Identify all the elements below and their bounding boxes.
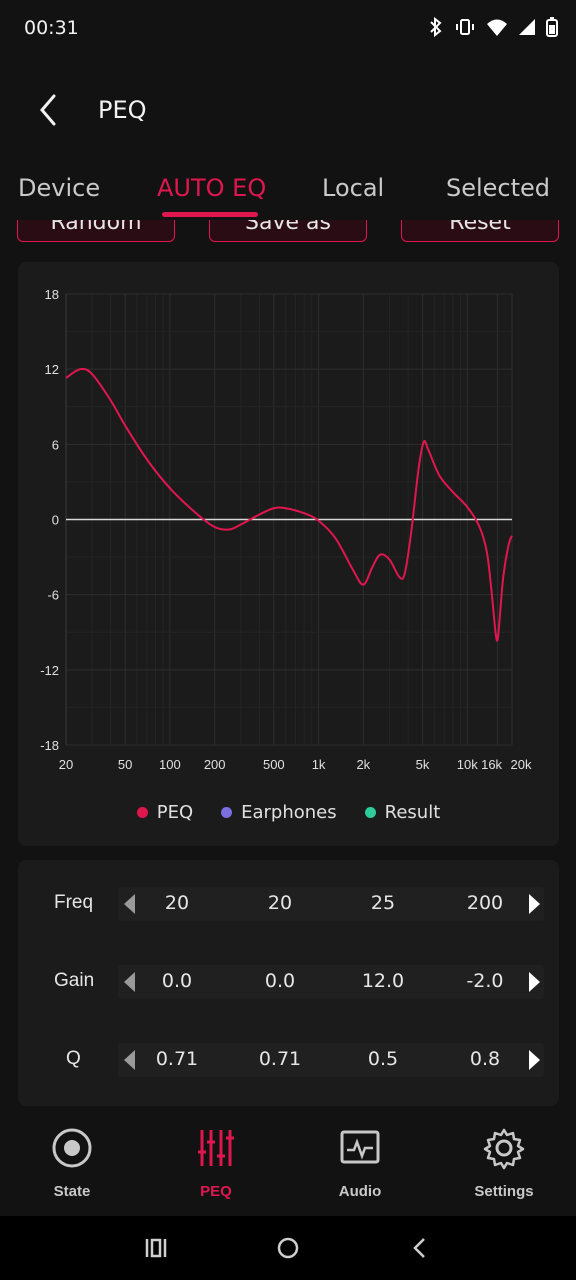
nav-audio[interactable]: Audio: [288, 1126, 432, 1200]
freq-value[interactable]: 20: [245, 892, 315, 914]
y-tick-label: 6: [52, 437, 59, 452]
x-tick-label: 2k: [356, 757, 370, 772]
x-tick-label: 5k: [416, 757, 430, 772]
q-value[interactable]: 0.8: [450, 1048, 520, 1070]
legend-item-earphones[interactable]: Earphones: [221, 802, 337, 823]
gain-label: Gain: [54, 970, 95, 991]
legend-dot: [136, 806, 148, 818]
bottom-nav: State PEQ Audio Settings: [0, 1112, 576, 1216]
legend-label: Earphones: [241, 801, 337, 823]
waveform-icon: [340, 1130, 380, 1164]
nav-label: Audio: [338, 1183, 382, 1200]
nav-settings[interactable]: Settings: [432, 1126, 576, 1200]
q-value[interactable]: 0.5: [348, 1048, 418, 1070]
q-value[interactable]: 0.71: [142, 1048, 212, 1070]
state-icon: [52, 1128, 92, 1168]
y-tick-label: 0: [52, 513, 59, 528]
scroll-right-icon[interactable]: [529, 1050, 540, 1070]
legend-item-result[interactable]: Result: [364, 801, 441, 823]
scroll-right-icon[interactable]: [529, 972, 540, 992]
q-row: Q 0.71 0.71 0.5 0.8: [18, 1040, 559, 1080]
y-tick-label: 12: [45, 362, 59, 377]
recents-icon[interactable]: [144, 1236, 168, 1260]
nav-state[interactable]: State: [0, 1126, 144, 1200]
gain-row: Gain 0.0 0.0 12.0 -2.0: [18, 962, 559, 1002]
chart-legend: PEQ Earphones Result: [18, 798, 559, 826]
eq-chart: 18 12 6 0 -6 -12 -1820 50 100 200 500 1k 2k 5k 10k 16k 2…: [40, 287, 532, 772]
freq-label: Freq: [54, 892, 94, 913]
system-nav-bar: [0, 1216, 576, 1280]
y-tick-label: -12: [40, 663, 59, 678]
system-back-icon[interactable]: [408, 1236, 432, 1260]
sliders-icon: [198, 1130, 234, 1166]
nav-label: Settings: [474, 1183, 534, 1200]
freq-value[interactable]: 200: [450, 892, 520, 914]
x-tick-label: 16k: [481, 757, 502, 772]
home-icon[interactable]: [276, 1236, 300, 1260]
gain-value[interactable]: 0.0: [245, 970, 315, 992]
nav-peq[interactable]: PEQ: [144, 1126, 288, 1200]
x-tick-label: 20k: [511, 757, 532, 772]
legend-label: Result: [384, 801, 441, 823]
x-tick-label: 20: [59, 757, 73, 772]
y-tick-label: -18: [40, 738, 59, 753]
scroll-right-icon[interactable]: [529, 894, 540, 914]
legend-label: PEQ: [156, 801, 194, 823]
y-tick-label: 18: [45, 287, 59, 302]
gain-value[interactable]: -2.0: [450, 970, 520, 992]
x-tick-label: 100: [159, 757, 181, 772]
legend-dot: [364, 806, 376, 818]
series-line-peq: [65, 367, 513, 642]
x-tick-label: 10k: [457, 757, 478, 772]
x-tick-label: 1k: [312, 757, 326, 772]
x-tick-label: 200: [204, 757, 226, 772]
q-label: Q: [66, 1048, 81, 1069]
legend-item-peq[interactable]: PEQ: [136, 801, 194, 823]
x-tick-label: 50: [118, 757, 132, 772]
gain-value[interactable]: 12.0: [348, 970, 418, 992]
nav-label: State: [53, 1183, 91, 1200]
scroll-left-icon[interactable]: [124, 894, 135, 914]
x-tick-label: 500: [263, 757, 285, 772]
freq-row: Freq 20 20 25 200: [18, 884, 559, 924]
nav-label: PEQ: [200, 1183, 232, 1200]
peq-params-card: Freq 20 20 25 200 Gain 0.0 0.0 12.0 -2.0…: [18, 860, 559, 1106]
gear-icon: [483, 1128, 525, 1170]
freq-value[interactable]: 25: [348, 892, 418, 914]
gain-value[interactable]: 0.0: [142, 970, 212, 992]
legend-dot: [221, 806, 233, 818]
freq-value[interactable]: 20: [142, 892, 212, 914]
scroll-left-icon[interactable]: [124, 972, 135, 992]
y-tick-label: -6: [47, 588, 59, 603]
q-value[interactable]: 0.71: [245, 1048, 315, 1070]
scroll-left-icon[interactable]: [124, 1050, 135, 1070]
